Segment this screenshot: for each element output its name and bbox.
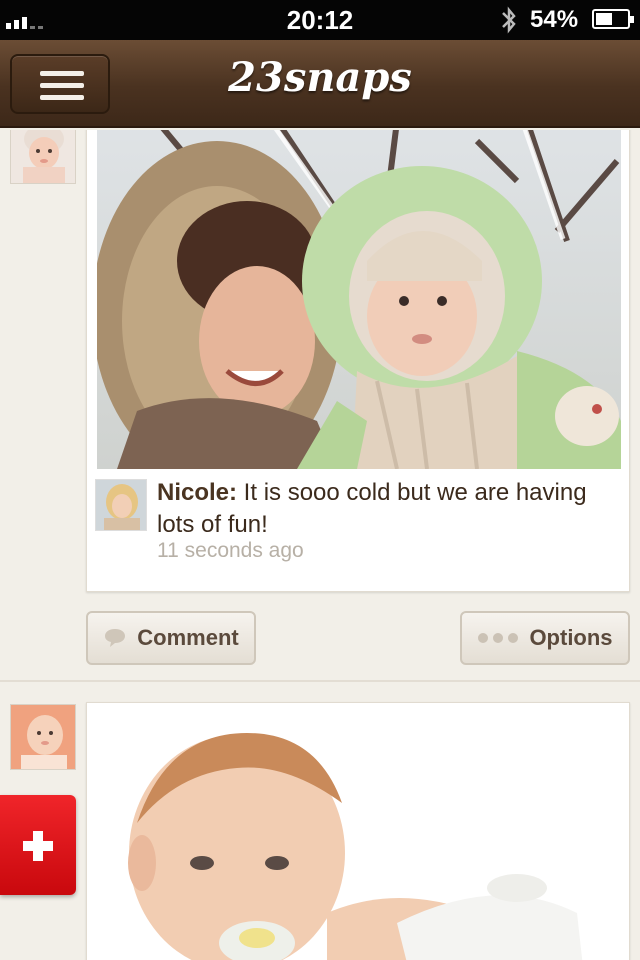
options-label: Options bbox=[529, 625, 613, 650]
post-card-2 bbox=[86, 702, 630, 960]
post-card: Nicole: It is sooo cold but we are havin… bbox=[86, 130, 630, 592]
comment-button[interactable]: Comment bbox=[86, 611, 256, 665]
add-post-button[interactable] bbox=[0, 795, 76, 895]
child-avatar-2[interactable] bbox=[10, 704, 76, 770]
post-photo[interactable] bbox=[97, 130, 621, 469]
more-dots-icon bbox=[478, 633, 519, 643]
feed[interactable]: Nicole: It is sooo cold but we are havin… bbox=[0, 130, 640, 960]
status-bar: 20:12 54% bbox=[0, 0, 640, 40]
post-timestamp: 11 seconds ago bbox=[157, 539, 304, 562]
nav-bar: 23snaps bbox=[0, 40, 640, 128]
author-avatar[interactable] bbox=[95, 479, 147, 531]
options-button[interactable]: Options bbox=[460, 611, 630, 665]
post-divider bbox=[0, 680, 640, 682]
comment-label: Comment bbox=[137, 625, 239, 650]
post-caption: Nicole: It is sooo cold but we are havin… bbox=[157, 477, 617, 541]
child-avatar[interactable] bbox=[10, 130, 76, 184]
post-author[interactable]: Nicole: bbox=[157, 479, 237, 506]
speech-bubble-icon bbox=[105, 629, 126, 647]
battery-percent: 54% bbox=[530, 6, 579, 33]
post-photo-2[interactable] bbox=[97, 713, 621, 960]
app-logo: 23snaps bbox=[228, 54, 412, 101]
bluetooth-icon bbox=[502, 6, 516, 34]
battery-icon bbox=[592, 9, 634, 29]
